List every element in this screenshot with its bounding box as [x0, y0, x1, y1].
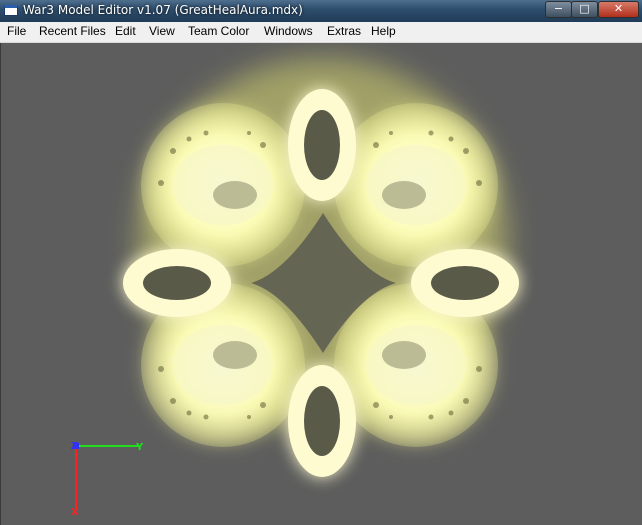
model-render: Z Y X	[71, 58, 519, 518]
window-title: War3 Model Editor v1.07 (GreatHealAura.m…	[23, 3, 303, 17]
menu-team-color[interactable]: Team Color	[188, 24, 249, 38]
y-axis-label: Y	[135, 442, 144, 453]
menu-recent-files[interactable]: Recent Files	[39, 24, 106, 38]
menu-windows[interactable]: Windows	[264, 24, 313, 38]
title-bar[interactable]: War3 Model Editor v1.07 (GreatHealAura.m…	[0, 0, 642, 22]
menu-view[interactable]: View	[149, 24, 175, 38]
menu-edit[interactable]: Edit	[115, 24, 136, 38]
app-icon	[4, 5, 18, 16]
axis-gizmo: Z Y X	[71, 441, 144, 518]
minimize-button[interactable]: −	[545, 1, 572, 18]
menu-bar: File Recent Files Edit View Team Color W…	[0, 22, 642, 43]
app-window: War3 Model Editor v1.07 (GreatHealAura.m…	[0, 0, 642, 525]
menu-file[interactable]: File	[7, 24, 26, 38]
menu-extras[interactable]: Extras	[327, 24, 361, 38]
maximize-button[interactable]: □	[571, 1, 598, 18]
z-axis-label: Z	[71, 441, 78, 452]
menu-help[interactable]: Help	[371, 24, 396, 38]
x-axis-label: X	[71, 507, 79, 518]
close-button[interactable]: ✕	[598, 1, 639, 18]
model-viewport[interactable]: Z Y X	[0, 43, 642, 525]
